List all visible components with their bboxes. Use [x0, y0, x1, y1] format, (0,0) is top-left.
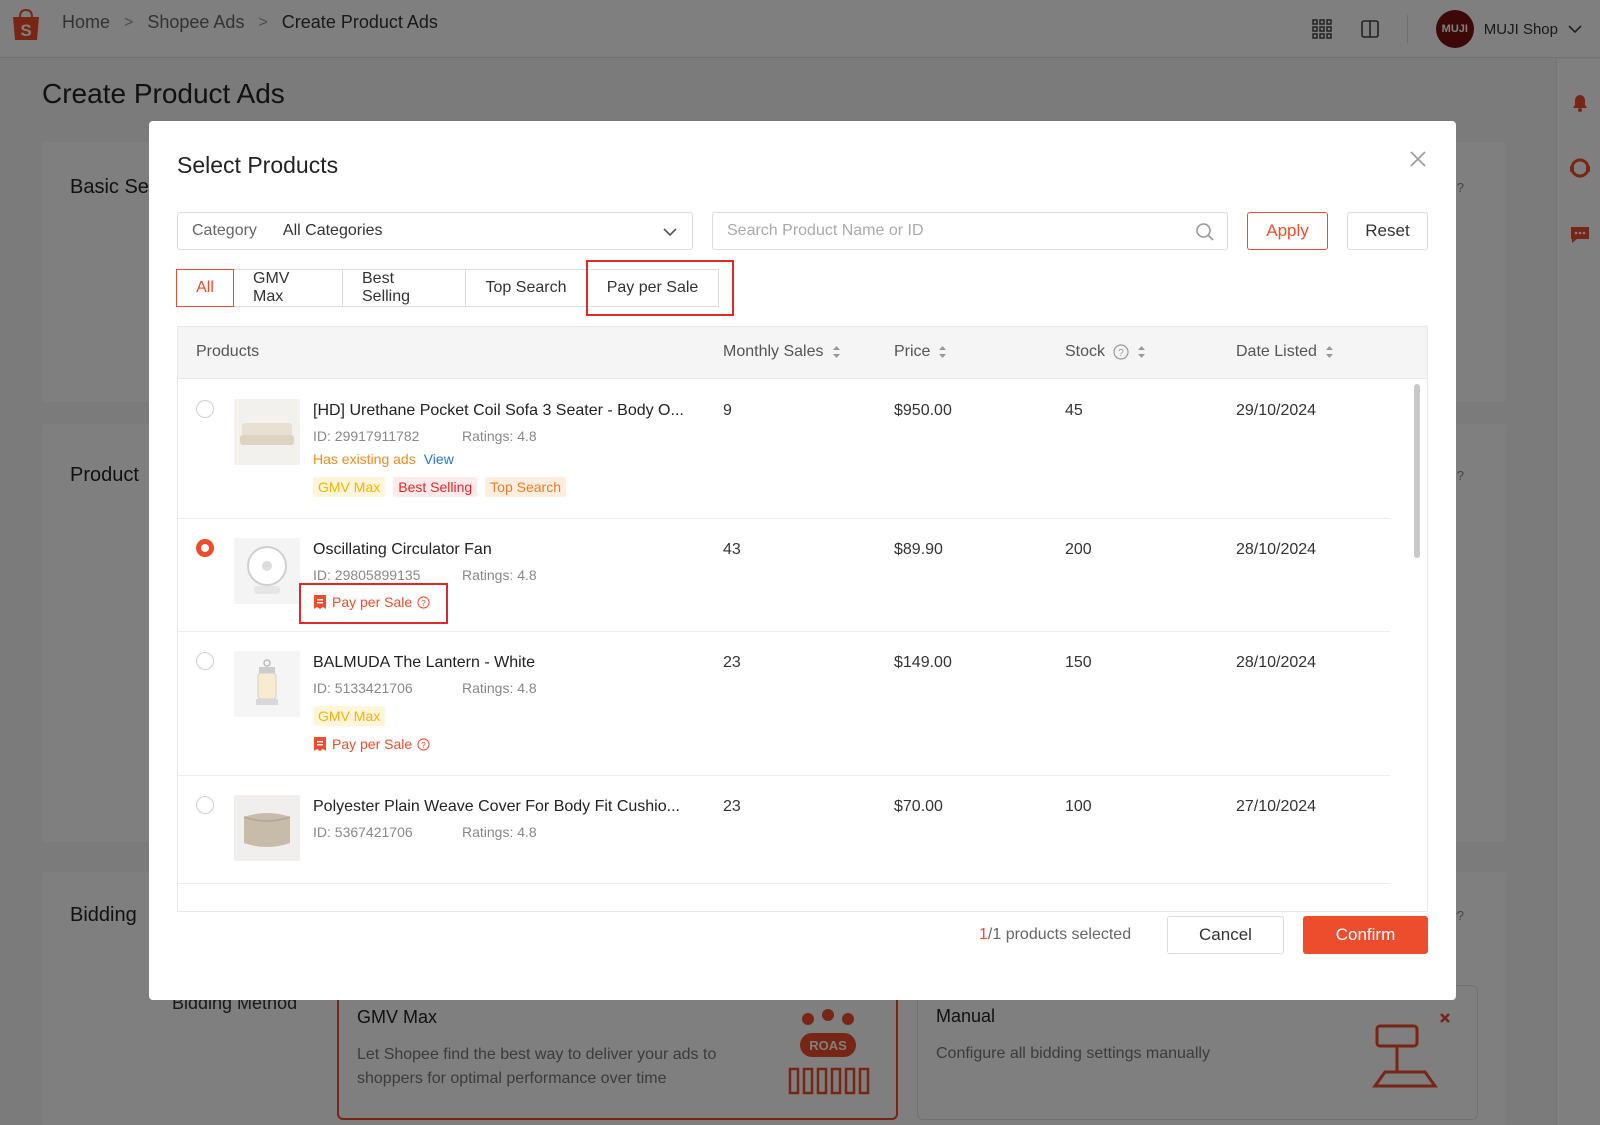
col-label: Date Listed: [1236, 343, 1317, 360]
tab-top-search[interactable]: Top Search: [465, 269, 587, 307]
highlight-box: [586, 260, 734, 316]
select-products-modal: Select Products Category All Categories …: [149, 121, 1456, 1000]
apply-button[interactable]: Apply: [1247, 212, 1328, 250]
stock: 200: [1065, 541, 1092, 558]
product-meta: ID: 5133421706 Ratings: 4.8: [313, 680, 537, 696]
col-label: Monthly Sales: [723, 343, 824, 360]
row-radio[interactable]: [196, 652, 214, 670]
stock: 100: [1065, 798, 1092, 815]
search-icon[interactable]: [1195, 222, 1215, 242]
receipt-icon: [314, 737, 326, 751]
product-ratings: Ratings: 4.8: [462, 428, 537, 444]
view-link[interactable]: View: [424, 451, 454, 467]
modal-title: Select Products: [177, 152, 339, 178]
tag-gmv-max: GMV Max: [313, 477, 386, 497]
product-meta: ID: 29805899135 Ratings: 4.8: [313, 567, 537, 583]
category-value: All Categories: [282, 222, 383, 239]
search-input[interactable]: [727, 213, 1167, 249]
svg-text:?: ?: [421, 739, 426, 749]
monthly-sales: 43: [723, 541, 741, 558]
tag-top-search: Top Search: [485, 477, 566, 497]
product-thumbnail-cushion: [234, 795, 300, 861]
product-thumbnail-sofa: [234, 399, 300, 465]
product-meta: ID: 5367421706 Ratings: 4.8: [313, 824, 537, 840]
search-field[interactable]: [712, 212, 1228, 250]
row-radio[interactable]: [196, 539, 214, 557]
price: $70.00: [894, 798, 943, 815]
highlight-box: [299, 583, 448, 624]
table-row[interactable]: [HD] Urethane Pocket Coil Sofa 3 Seater …: [178, 380, 1390, 519]
product-name: Oscillating Circulator Fan: [313, 541, 492, 558]
product-name: Polyester Plain Weave Cover For Body Fit…: [313, 798, 680, 815]
pay-per-sale-label: Pay per Sale ?: [313, 736, 430, 752]
product-id: ID: 29805899135: [313, 567, 421, 583]
svg-text:?: ?: [1118, 348, 1124, 359]
tab-all[interactable]: All: [176, 269, 234, 307]
help-icon[interactable]: ?: [1113, 344, 1129, 360]
col-date-listed[interactable]: Date Listed: [1236, 343, 1334, 361]
monthly-sales: 23: [723, 654, 741, 671]
cancel-button[interactable]: Cancel: [1167, 916, 1284, 954]
close-icon[interactable]: [1408, 149, 1428, 169]
table-header: Products Monthly Sales Price Stock? Date…: [178, 327, 1427, 379]
tag-gmv-max: GMV Max: [313, 706, 386, 726]
product-thumbnail-fan: [234, 538, 300, 604]
existing-ads-text: Has existing ads: [313, 451, 416, 467]
col-label: Price: [894, 343, 931, 360]
col-stock[interactable]: Stock?: [1065, 343, 1146, 361]
reset-button[interactable]: Reset: [1347, 212, 1428, 250]
tab-gmv-max[interactable]: GMV Max: [233, 269, 343, 307]
col-label: Stock: [1065, 343, 1106, 360]
row-radio[interactable]: [196, 400, 214, 418]
product-id: ID: 5367421706: [313, 824, 413, 840]
existing-ads-note: Has existing ads View: [313, 451, 454, 467]
sort-icon[interactable]: [1325, 345, 1334, 359]
product-name: [HD] Urethane Pocket Coil Sofa 3 Seater …: [313, 402, 684, 419]
product-ratings: Ratings: 4.8: [462, 680, 537, 696]
col-monthly-sales[interactable]: Monthly Sales: [723, 343, 841, 361]
tab-best-selling[interactable]: Best Selling: [342, 269, 466, 307]
sort-icon[interactable]: [1137, 345, 1146, 359]
sort-icon[interactable]: [938, 345, 947, 359]
sort-icon[interactable]: [832, 345, 841, 359]
product-tags: GMV Max: [313, 706, 393, 726]
product-id: ID: 29917911782: [313, 428, 420, 444]
selected-count-number: 1: [979, 926, 988, 943]
product-ratings: Ratings: 4.8: [462, 824, 537, 840]
tag-best-selling: Best Selling: [393, 477, 478, 497]
pay-per-sale-text: Pay per Sale: [332, 736, 413, 752]
row-radio[interactable]: [196, 796, 214, 814]
date-listed: 27/10/2024: [1236, 798, 1317, 815]
selected-count-suffix: /1 products selected: [987, 926, 1132, 943]
date-listed: 28/10/2024: [1236, 654, 1317, 671]
product-id: ID: 5133421706: [313, 680, 413, 696]
price: $950.00: [894, 402, 952, 419]
table-row[interactable]: Polyester Plain Weave Cover For Body Fit…: [178, 776, 1390, 884]
table-row[interactable]: BALMUDA The Lantern - White ID: 51334217…: [178, 632, 1390, 776]
monthly-sales: 23: [723, 798, 741, 815]
date-listed: 29/10/2024: [1236, 402, 1317, 419]
stock: 45: [1065, 402, 1083, 419]
price: $89.90: [894, 541, 943, 558]
category-label: Category: [192, 222, 257, 239]
selected-count: 1/1 products selected: [979, 926, 1131, 944]
stock: 150: [1065, 654, 1092, 671]
col-price[interactable]: Price: [894, 343, 947, 361]
product-meta: ID: 29917911782 Ratings: 4.8: [313, 428, 537, 444]
table-scrollbar[interactable]: [1414, 384, 1420, 558]
confirm-button[interactable]: Confirm: [1303, 916, 1428, 954]
category-select[interactable]: Category All Categories: [177, 212, 693, 250]
date-listed: 28/10/2024: [1236, 541, 1317, 558]
product-name: BALMUDA The Lantern - White: [313, 654, 536, 671]
product-thumbnail-lantern: [234, 651, 300, 717]
monthly-sales: 9: [723, 402, 732, 419]
chevron-down-icon: [663, 228, 677, 237]
product-ratings: Ratings: 4.8: [462, 567, 537, 583]
help-icon[interactable]: ?: [417, 737, 430, 751]
product-tags: GMV Max Best Selling Top Search: [313, 477, 574, 497]
price: $149.00: [894, 654, 952, 671]
col-products: Products: [196, 343, 260, 360]
